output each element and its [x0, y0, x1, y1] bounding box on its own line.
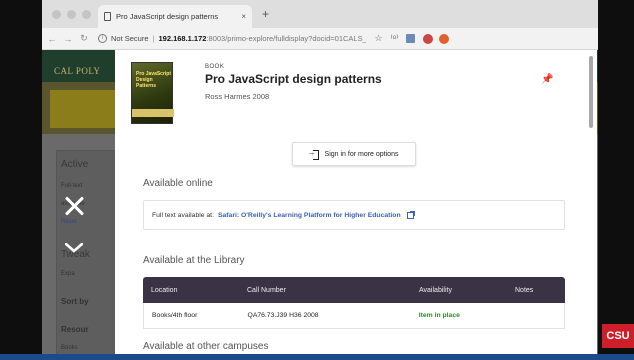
close-icon[interactable]: [64, 196, 84, 216]
minimize-window-button[interactable]: [67, 10, 76, 19]
sign-in-icon: [308, 148, 319, 160]
window-controls: [52, 10, 91, 19]
col-availability: Availability: [419, 286, 452, 294]
browser-tab[interactable]: Pro JavaScript design patterns ×: [98, 5, 252, 28]
col-location: Location: [151, 286, 178, 294]
new-tab-button[interactable]: +: [262, 7, 269, 21]
profile-avatar-icon[interactable]: [423, 33, 434, 44]
security-label: Not Secure: [111, 34, 149, 43]
address-bar: ← → ↻ i Not Secure | 192.168.1.172 :8003…: [42, 28, 598, 50]
cell-location: Books/4th floor: [152, 312, 198, 319]
available-library-heading: Available at the Library: [143, 255, 245, 266]
record-author: Ross Harmes 2008: [205, 92, 270, 101]
cover-title: Pro JavaScript Design Patterns: [136, 71, 172, 89]
url-host[interactable]: 192.168.1.172: [158, 34, 206, 43]
close-tab-icon[interactable]: ×: [241, 12, 246, 21]
holdings-table: Location Call Number Availability Notes …: [143, 277, 565, 329]
table-header: Location Call Number Availability Notes: [143, 277, 565, 303]
url-path[interactable]: :8003/primo-explore/fulldisplay?docid=01…: [206, 34, 366, 43]
document-icon: [104, 12, 111, 21]
table-row[interactable]: Books/4th floor QA76.73.J39 H36 2008 Ite…: [143, 303, 565, 329]
close-window-button[interactable]: [52, 10, 61, 19]
extension-icon[interactable]: ⁽ᵒ⁾: [391, 33, 399, 44]
video-stage: Pro JavaScript design patterns × + ← → ↻…: [0, 0, 634, 360]
reload-icon[interactable]: ↻: [78, 33, 90, 44]
back-icon[interactable]: ←: [46, 34, 58, 44]
tab-bar: Pro JavaScript design patterns × +: [42, 0, 598, 28]
cell-availability: Item in place: [418, 312, 460, 319]
browser-window: Pro JavaScript design patterns × + ← → ↻…: [42, 0, 598, 356]
record-title: Pro JavaScript design patterns: [205, 72, 382, 86]
col-notes: Notes: [515, 286, 534, 294]
full-display-panel: Pro JavaScript Design Patterns BOOK Pro …: [115, 50, 597, 356]
cover-band: [132, 109, 174, 117]
csu-badge: CSU: [602, 324, 634, 348]
url-separator: |: [152, 34, 155, 43]
record-type: BOOK: [205, 64, 225, 70]
book-cover: Pro JavaScript Design Patterns: [131, 62, 174, 124]
chevron-down-icon[interactable]: [65, 243, 83, 253]
tab-title: Pro JavaScript design patterns: [116, 12, 219, 21]
bookmark-star-icon[interactable]: ☆: [374, 33, 382, 44]
extension-box-icon[interactable]: [406, 34, 416, 43]
forward-icon[interactable]: →: [62, 34, 74, 44]
cell-call-number: QA76.73.J39 H36 2008: [247, 312, 319, 319]
info-icon[interactable]: i: [98, 34, 107, 43]
fulltext-prefix: Full text available at:: [152, 211, 214, 219]
maximize-window-button[interactable]: [82, 10, 91, 19]
col-call-number: Call Number: [247, 286, 286, 294]
available-online-heading: Available online: [143, 178, 213, 189]
fulltext-box: Full text available at: Safari: O'Reilly…: [143, 200, 565, 230]
bottom-stripe: [0, 354, 634, 360]
pin-icon[interactable]: 📌: [541, 74, 553, 85]
extension-red-icon[interactable]: [439, 33, 450, 44]
scrollbar[interactable]: [589, 56, 593, 128]
external-link-icon[interactable]: [406, 210, 415, 219]
available-other-heading: Available at other campuses: [143, 341, 269, 352]
signin-label: Sign in for more options: [324, 150, 399, 158]
fulltext-link[interactable]: Safari: O'Reilly's Learning Platform for…: [218, 212, 401, 219]
signin-button[interactable]: Sign in for more options: [292, 142, 416, 166]
